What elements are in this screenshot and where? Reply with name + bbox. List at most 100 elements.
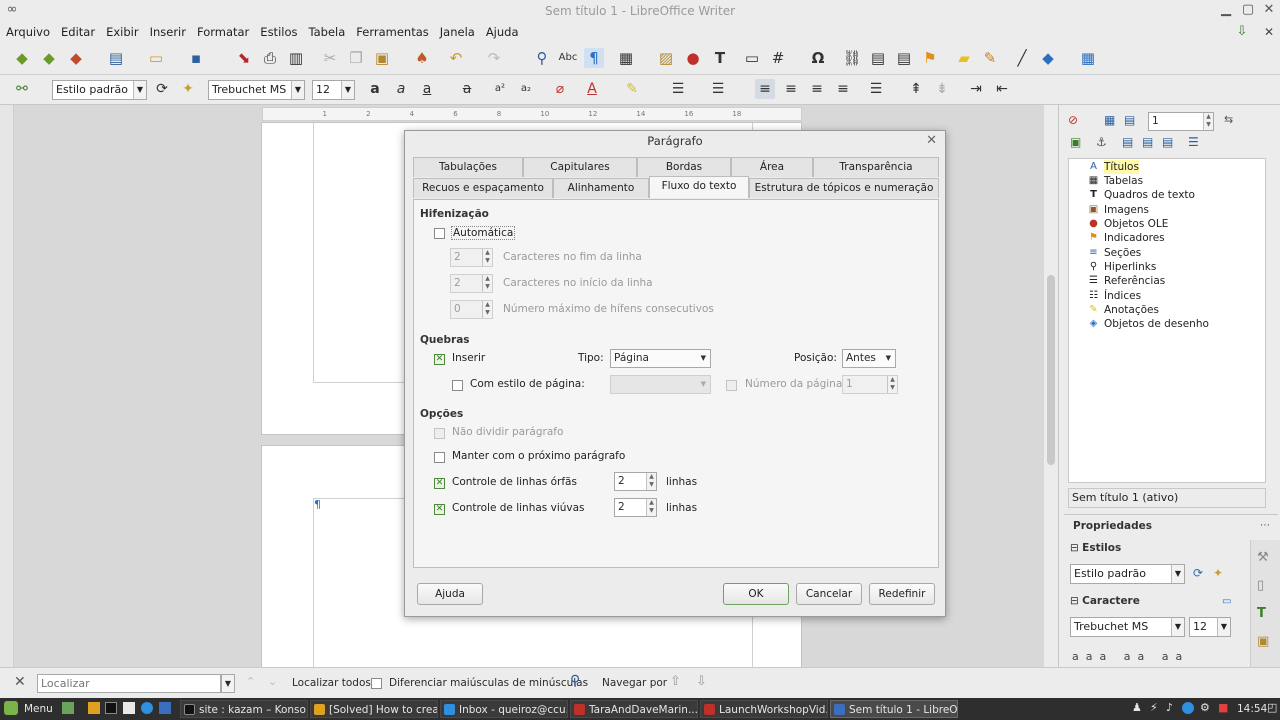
font-color-icon[interactable]: A — [582, 79, 602, 99]
redo-icon[interactable]: ↷ — [484, 48, 504, 68]
page-number-spinner[interactable]: 1 ▲ ▼ — [842, 375, 898, 394]
properties-tab-icon[interactable]: ⚒ — [1257, 550, 1269, 565]
superscript-icon[interactable]: a² — [490, 79, 510, 99]
max-hyphens-spinner[interactable]: 0 ▲ ▼ — [450, 300, 493, 319]
task-launchworkshop[interactable]: LaunchWorkshopVid... — [700, 700, 828, 718]
update-style-icon[interactable]: ⟳ — [1193, 566, 1203, 580]
chevron-down-icon[interactable]: ▼ — [341, 81, 354, 99]
tab-area[interactable]: Área — [731, 157, 813, 177]
spin-arrows-icon[interactable]: ▲ ▼ — [482, 249, 492, 266]
page-number-checkbox[interactable] — [726, 380, 737, 391]
chevron-down-icon[interactable]: ▼ — [1171, 565, 1184, 583]
scrollbar-thumb[interactable] — [1047, 275, 1055, 465]
tab-alinhamento[interactable]: Alinhamento — [553, 178, 649, 198]
break-type-select[interactable]: Página ▼ — [610, 349, 711, 368]
character-format-buttons[interactable]: aaa aa aa — [1072, 650, 1189, 663]
decrease-indent-icon[interactable]: ⇤ — [992, 79, 1012, 99]
chevron-down-icon[interactable]: ▼ — [1171, 618, 1184, 636]
cancel-button[interactable]: Cancelar — [796, 583, 862, 605]
insert-break-checkbox[interactable]: ✕ — [434, 354, 445, 365]
keep-with-next-checkbox[interactable] — [434, 452, 445, 463]
settings-tray-icon[interactable]: ⚙ — [1200, 701, 1210, 714]
find-replace-icon[interactable]: ⚲ — [570, 673, 580, 689]
align-right-icon[interactable]: ≡ — [807, 79, 827, 99]
app-menu-icon[interactable]: ∞ — [4, 2, 20, 18]
strikethrough-icon[interactable]: a — [457, 79, 477, 99]
increase-indent-icon[interactable]: ⇥ — [966, 79, 986, 99]
volume-icon[interactable]: ♪ — [1166, 701, 1173, 714]
nav-item-indices[interactable]: ☷ Índices — [1087, 289, 1141, 303]
reset-button[interactable]: Redefinir — [869, 583, 935, 605]
nav-item-referencias[interactable]: ☰ Referências — [1087, 274, 1165, 288]
insert-chart-icon[interactable]: ● — [683, 48, 703, 68]
sidebar-font-combo[interactable]: Trebuchet MS ▼ — [1070, 617, 1185, 637]
navigator-content-icon[interactable]: ▣ — [1070, 135, 1084, 151]
page-number-spinner[interactable]: 1 ▲ ▼ — [1148, 112, 1214, 131]
start-menu-button[interactable]: Menu — [24, 701, 53, 717]
paragraph-style-combo[interactable]: Estilo padrão ▼ — [52, 80, 147, 100]
files-icon[interactable] — [88, 702, 100, 714]
line-spacing-icon[interactable]: ☰ — [866, 79, 886, 99]
task-browser-solved[interactable]: [Solved] How to crea... — [310, 700, 438, 718]
widow-lines-spinner[interactable]: 2 ▲ ▼ — [614, 498, 657, 517]
menu-tabela[interactable]: Tabela — [302, 25, 350, 39]
tab-capitulares[interactable]: Capitulares — [523, 157, 637, 177]
task-inbox[interactable]: Inbox - queiroz@ccu... — [440, 700, 568, 718]
menu-editar[interactable]: Editar — [55, 25, 100, 39]
spin-arrows-icon[interactable]: ▲ ▼ — [482, 275, 492, 292]
header-footer-icon[interactable]: ▤ — [1124, 113, 1138, 129]
vertical-scrollbar[interactable] — [1044, 105, 1058, 667]
increase-paragraph-spacing-icon[interactable]: ⇞ — [906, 79, 926, 99]
new-style-icon[interactable]: ✦ — [178, 79, 198, 99]
update-style-icon[interactable]: ⟳ — [152, 79, 172, 99]
save-icon[interactable]: ▪ — [186, 48, 206, 68]
close-find-toolbar-icon[interactable]: ✕ — [14, 674, 26, 690]
footnote-icon[interactable]: ▤ — [868, 48, 888, 68]
comment-icon[interactable]: ▰ — [954, 48, 974, 68]
drag-mode-icon[interactable]: ⇆ — [1224, 113, 1240, 129]
bullet-list-icon[interactable]: ☰ — [668, 79, 688, 99]
help-button[interactable]: Ajuda — [417, 583, 483, 605]
align-justify-icon[interactable]: ≡ — [833, 79, 853, 99]
task-libreoffice-writer[interactable]: Sem título 1 - LibreO... — [830, 700, 958, 718]
new-document-icon[interactable]: ▤ — [106, 48, 126, 68]
chrome-tray-icon[interactable] — [1182, 702, 1194, 714]
paste-icon[interactable]: ▣ — [372, 48, 392, 68]
insert-table-icon[interactable]: ▦ — [616, 48, 636, 68]
new-style-icon[interactable]: ✦ — [1213, 566, 1223, 580]
document-selector[interactable]: Sem título 1 (ativo) — [1068, 488, 1266, 508]
sidebar-size-combo[interactable]: 12 ▼ — [1189, 617, 1231, 637]
styles-section-heading[interactable]: ⊟ Estilos — [1070, 542, 1121, 554]
tab-fluxo-do-texto[interactable]: Fluxo do texto — [649, 176, 749, 198]
tab-bordas[interactable]: Bordas — [637, 157, 731, 177]
more-options-icon[interactable]: ⋯ — [1260, 520, 1270, 531]
chrome-icon[interactable] — [141, 702, 153, 714]
document-launcher-icon[interactable] — [159, 702, 171, 714]
insert-textbox-icon[interactable]: T — [710, 48, 730, 68]
close-window-icon[interactable]: ✕ — [1261, 2, 1277, 18]
gallery-tab-icon[interactable]: ▣ — [1257, 634, 1269, 649]
heading-levels-icon[interactable]: ☰ — [1188, 135, 1202, 151]
menu-exibir[interactable]: Exibir — [100, 25, 144, 39]
page-break-icon[interactable]: ▭ — [742, 48, 762, 68]
nav-item-quadros[interactable]: T Quadros de texto — [1087, 188, 1195, 202]
auto-hyphenation-checkbox[interactable] — [434, 228, 445, 239]
tab-recuos-espacamento[interactable]: Recuos e espaçamento — [413, 178, 553, 198]
nav-item-desenho[interactable]: ◈ Objetos de desenho — [1087, 317, 1209, 331]
subscript-icon[interactable]: a₂ — [516, 79, 536, 99]
navigator-binoculars-icon[interactable]: ⚯ — [12, 79, 32, 99]
hyperlink-icon[interactable]: ⛓ — [842, 48, 862, 68]
italic-icon[interactable]: a — [391, 79, 411, 99]
print-preview-icon[interactable]: ▥ — [286, 48, 306, 68]
minimize-icon[interactable]: ▁ — [1218, 2, 1234, 18]
navigation-icon[interactable]: ⊘ — [1068, 113, 1082, 129]
toggle-master-view-icon[interactable]: ▦ — [1104, 113, 1118, 129]
user-icon[interactable]: ♟ — [1132, 701, 1142, 714]
writer-launcher-icon[interactable] — [123, 702, 135, 714]
insert-image-icon[interactable]: ▨ — [656, 48, 676, 68]
task-taraanddave[interactable]: TaraAndDaveMarin... — [570, 700, 698, 718]
orphan-lines-spinner[interactable]: 2 ▲ ▼ — [614, 472, 657, 491]
vertical-ruler[interactable] — [0, 105, 14, 667]
styles-tab-icon[interactable]: T — [1257, 606, 1266, 621]
auto-hyphenation-label[interactable]: Automática — [451, 226, 516, 240]
